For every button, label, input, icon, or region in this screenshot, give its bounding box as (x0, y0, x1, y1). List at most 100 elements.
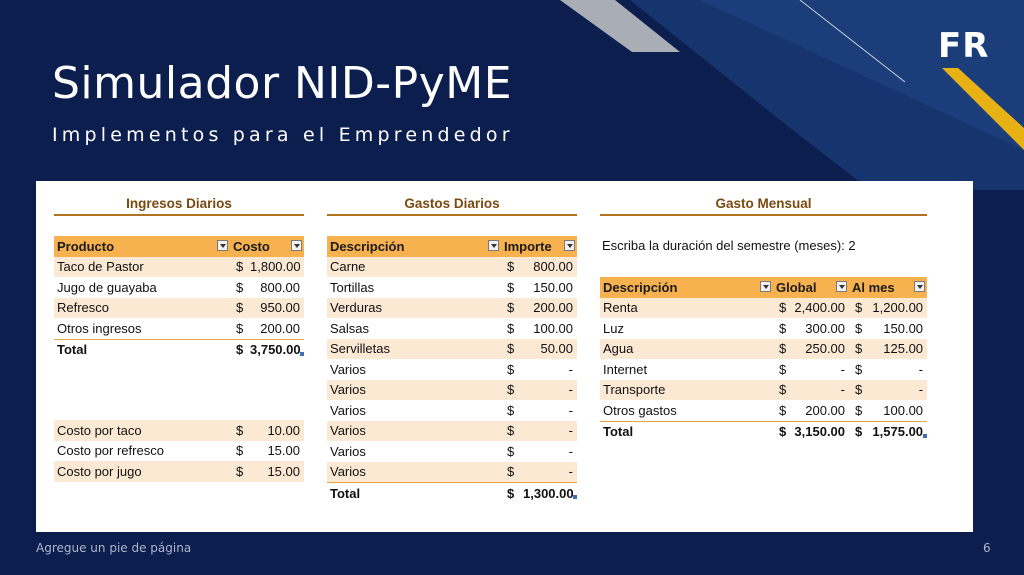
table-row[interactable]: Salsas $100.00 (327, 318, 577, 339)
table-row[interactable]: Refresco $950.00 (54, 297, 304, 318)
table-resize-handle[interactable] (573, 495, 577, 499)
filter-dropdown-icon[interactable] (836, 280, 848, 292)
table-row[interactable]: Varios $ - (327, 400, 577, 421)
mensual-table[interactable]: Descripción Global Al mes Renta $2,400.00… (600, 277, 928, 442)
table-resize-handle[interactable] (923, 434, 927, 438)
embedded-spreadsheet[interactable]: Ingresos Diarios Producto Costo Taco de … (36, 181, 973, 532)
cell-value: 1,800.00 (250, 256, 304, 277)
total-currency: $ (230, 338, 250, 360)
total-row[interactable]: Total $3,750.00 (54, 338, 304, 360)
cell-label: Transporte (600, 379, 773, 400)
table-row[interactable]: Varios $ - (327, 379, 578, 400)
table-row[interactable]: Luz $300.00 $150.00 (600, 318, 927, 339)
total-label: Total (600, 420, 773, 442)
cell-value: 50.00 (523, 338, 578, 359)
total-currency: $ (501, 482, 523, 504)
table-resize-handle[interactable] (300, 352, 304, 356)
cell-value: 200.00 (260, 320, 300, 336)
cell-currency: $ (779, 361, 787, 377)
header-global[interactable]: Global (773, 277, 850, 298)
table-row[interactable]: Taco de Pastor $1,800.00 (54, 256, 304, 277)
cell-currency: $ (849, 338, 868, 359)
cell-currency: $ (855, 320, 863, 336)
header-producto[interactable]: Producto (54, 236, 230, 257)
cell-value: - (523, 420, 578, 441)
table-row[interactable]: Renta $2,400.00 $1,200.00 (600, 297, 928, 318)
slide-subtitle: Implementos para el Emprendedor (52, 124, 514, 146)
table-row[interactable]: Servilletas $50.00 (327, 338, 578, 359)
total-row[interactable]: Total $3,150.00 $1,575.00 (600, 420, 928, 442)
costos-table[interactable]: Costo por taco $10.00 Costo por refresco $… (54, 420, 304, 482)
cell-currency: $ (855, 361, 863, 377)
table-row[interactable]: Costo por taco $10.00 (54, 420, 304, 441)
filter-dropdown-icon[interactable] (217, 239, 228, 251)
cell-label: Tortillas (330, 279, 375, 295)
table-row[interactable]: Varios $ - (327, 359, 577, 380)
total-value: 3,750.00 (250, 338, 304, 360)
table-row[interactable]: Agua $250.00 $125.00 (600, 338, 928, 359)
filter-dropdown-icon[interactable] (564, 239, 576, 251)
table-row[interactable]: Costo por refresco $15.00 (54, 441, 304, 462)
cell-global: 250.00 (791, 338, 850, 359)
header-descripcion[interactable]: Descripción (600, 277, 773, 298)
total-label: Total (327, 482, 501, 504)
table-row[interactable]: Costo por jugo $15.00 (54, 461, 304, 482)
duracion-semestre-label[interactable]: Escriba la duración del semestre (meses)… (602, 238, 856, 253)
header-descripcion[interactable]: Descripción (327, 236, 501, 257)
cell-al-mes: 1,200.00 (867, 297, 928, 318)
cell-label: Varios (327, 461, 501, 483)
header-importe[interactable]: Importe (501, 236, 578, 257)
table-row[interactable]: Tortillas $150.00 (327, 277, 577, 298)
cell-currency: $ (230, 420, 250, 441)
cell-currency: $ (501, 420, 523, 441)
table-row[interactable]: Varios $ - (327, 441, 577, 462)
cell-value: 150.00 (533, 279, 574, 295)
filter-dropdown-icon[interactable] (760, 280, 771, 292)
gastos-title: Gastos Diarios (404, 196, 500, 211)
header-importe-label: Importe (504, 238, 552, 254)
header-costo[interactable]: Costo (230, 236, 304, 257)
table-row[interactable]: Internet $ - $ - (600, 359, 927, 380)
gastos-table[interactable]: Descripción Importe Carne $800.00 Tortill… (327, 236, 578, 504)
table-row[interactable]: Otros gastos $200.00 $100.00 (600, 400, 927, 421)
cell-value: - (523, 379, 578, 400)
slide-footer[interactable]: Agregue un pie de página (36, 541, 191, 555)
cell-label: Otros gastos (603, 402, 677, 418)
cell-currency: $ (230, 461, 250, 482)
table-row[interactable]: Otros ingresos $200.00 (54, 318, 304, 339)
filter-dropdown-icon[interactable] (291, 239, 302, 251)
table-row[interactable]: Verduras $200.00 (327, 297, 578, 318)
cell-value: 950.00 (250, 297, 304, 318)
filter-dropdown-icon[interactable] (914, 280, 926, 292)
table-row[interactable]: Jugo de guayaba $800.00 (54, 277, 304, 298)
table-header-row: Descripción Importe (327, 236, 578, 257)
filter-dropdown-icon[interactable] (488, 239, 499, 251)
cell-al-mes: - (867, 379, 928, 400)
table-row[interactable]: Varios $ - (327, 420, 578, 441)
cell-label: Varios (330, 443, 366, 459)
cell-value: 10.00 (250, 420, 304, 441)
cell-global: - (840, 361, 846, 377)
cell-currency: $ (230, 256, 250, 277)
cell-currency: $ (236, 279, 244, 295)
cell-currency: $ (779, 402, 787, 418)
total-global: 3,150.00 (791, 420, 850, 442)
cell-label: Costo por jugo (54, 461, 230, 482)
ingresos-table[interactable]: Producto Costo Taco de Pastor $1,800.00 J… (54, 236, 304, 360)
table-row[interactable]: Transporte $ - $ - (600, 379, 928, 400)
gastos-title-rule (327, 214, 577, 216)
cell-label: Varios (330, 402, 366, 418)
header-al-mes[interactable]: Al mes (849, 277, 928, 298)
mensual-title: Gasto Mensual (715, 196, 812, 211)
ingresos-title-rule (54, 214, 304, 216)
cell-value: 200.00 (523, 297, 578, 318)
table-row[interactable]: Carne $800.00 (327, 256, 578, 277)
cell-label: Carne (327, 256, 501, 277)
table-row[interactable]: Varios $ - (327, 461, 578, 483)
cell-currency: $ (501, 256, 523, 277)
cell-value: 800.00 (260, 279, 300, 295)
cell-label: Verduras (327, 297, 501, 318)
cell-label: Costo por refresco (57, 443, 164, 459)
cell-global: 300.00 (805, 320, 846, 336)
total-row[interactable]: Total $1,300.00 (327, 482, 578, 504)
